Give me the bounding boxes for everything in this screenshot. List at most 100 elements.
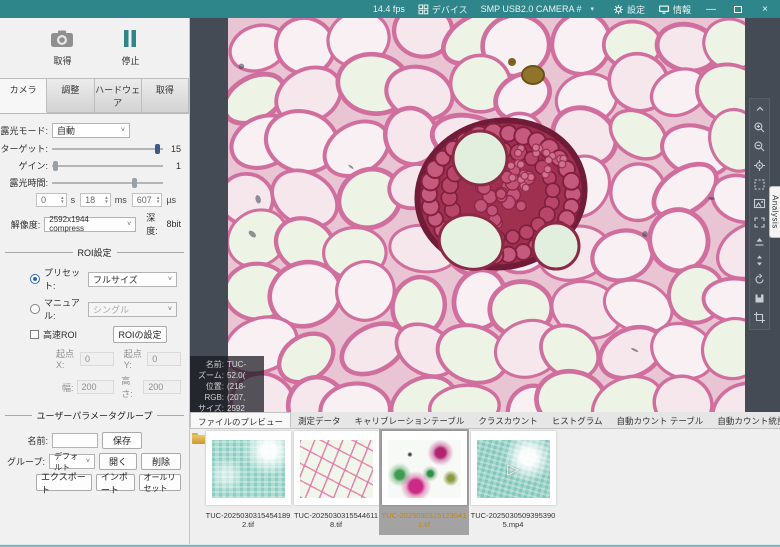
minimize-button[interactable]: — xyxy=(704,4,718,15)
file-name: TUC-20250303155446118.tif xyxy=(291,511,381,529)
tab-calibration-table[interactable]: キャリブレーションテーブル xyxy=(348,412,472,428)
video-thumbnail[interactable]: ▷ xyxy=(477,440,550,498)
tab-auto-count-stats[interactable]: 自動カウント統計 xyxy=(710,412,780,428)
info-monitor-icon xyxy=(658,4,670,15)
gain-slider-thumb[interactable] xyxy=(53,161,58,171)
device-button[interactable]: デバイス xyxy=(418,3,468,16)
group-select[interactable]: デフォルト ˅ xyxy=(49,454,95,469)
tab-file-preview[interactable]: ファイルのプレビュー xyxy=(190,412,291,428)
file-item[interactable]: TUC-20250303155446118.tif xyxy=(291,431,381,529)
exposure-seconds-value: 0 xyxy=(41,195,57,205)
fit-vertical-button[interactable] xyxy=(751,253,768,268)
spinner-icon[interactable]: ▲▼ xyxy=(156,196,160,204)
gain-slider[interactable] xyxy=(52,160,163,171)
panel-tabs: カメラ 調整 ハードウェア 取得 xyxy=(0,78,189,114)
exposure-time-slider-thumb[interactable] xyxy=(132,178,137,188)
align-top-button[interactable] xyxy=(751,234,768,249)
save-button[interactable]: 保存 xyxy=(102,432,142,449)
file-thumbnail[interactable] xyxy=(388,440,461,498)
resolution-select[interactable]: 2592x1944 compress ˅ xyxy=(44,217,136,232)
maximize-button[interactable] xyxy=(731,6,745,13)
image-annotate-button[interactable] xyxy=(751,196,768,211)
fullscreen-button[interactable] xyxy=(751,215,768,230)
chevron-down-icon: ˅ xyxy=(86,458,90,465)
file-item[interactable]: ▷ TUC-20250305093953905.mp4 xyxy=(468,431,558,529)
depth-value: 8bit xyxy=(166,219,181,229)
target-slider-thumb[interactable] xyxy=(155,144,160,154)
file-item[interactable]: TUC-20250303154541892.tif xyxy=(203,431,293,529)
manual-select[interactable]: シングル ˅ xyxy=(88,302,177,317)
delete-button[interactable]: 削除 xyxy=(141,453,181,470)
camera-name: SMP USB2.0 CAMERA # xyxy=(481,4,582,14)
gear-icon xyxy=(613,4,624,15)
zoom-out-button[interactable] xyxy=(751,139,768,154)
tab-adjust[interactable]: 調整 xyxy=(47,78,94,113)
spinner-icon[interactable]: ▲▼ xyxy=(60,196,64,204)
file-item-selected[interactable]: TUC-20250303151235411.tif xyxy=(379,429,469,535)
export-button[interactable]: エクスポート xyxy=(36,474,92,491)
preset-select[interactable]: フルサイズ ˅ xyxy=(88,272,177,287)
camera-select[interactable]: SMP USB2.0 CAMERA # ▾ xyxy=(481,4,600,14)
target-label: ターゲット: xyxy=(0,142,48,155)
settings-button[interactable]: 設定 xyxy=(613,3,645,16)
tab-auto-count-table[interactable]: 自動カウント テーブル xyxy=(609,412,710,428)
roi-frame-button[interactable] xyxy=(751,177,768,192)
depth-label: 深度: xyxy=(146,211,163,237)
origin-y-label: 起点Y: xyxy=(124,347,145,370)
exposure-seconds-input[interactable]: 0 ▲▼ xyxy=(36,193,67,207)
collapse-toolbar-button[interactable] xyxy=(751,101,768,116)
fast-roi-checkbox[interactable] xyxy=(30,330,39,339)
exposure-mode-select[interactable]: 自動 ˅ xyxy=(52,123,130,138)
crop-button[interactable] xyxy=(751,310,768,325)
tab-histogram[interactable]: ヒストグラム xyxy=(545,412,610,428)
microscope-live-image[interactable] xyxy=(228,18,745,412)
target-value: 15 xyxy=(167,144,181,154)
tab-class-count[interactable]: クラスカウント xyxy=(471,412,544,428)
exposure-time-slider[interactable] xyxy=(52,177,163,188)
overlay-name-label: 名前: xyxy=(194,359,224,370)
spinner-icon[interactable]: ▲▼ xyxy=(104,196,108,204)
import-button[interactable]: インポート xyxy=(96,474,135,491)
camera-icon xyxy=(49,29,75,50)
image-info-overlay: 名前:TUC- ズーム:52.0( 位置:(218- RGB:(207, サイズ… xyxy=(190,356,264,417)
chevron-down-icon[interactable]: ▾ xyxy=(584,5,600,13)
roi-set-button[interactable]: ROIの設定 xyxy=(113,326,167,343)
pause-icon xyxy=(122,29,138,50)
origin-y-field: 0 xyxy=(147,352,181,366)
name-input[interactable] xyxy=(52,433,98,448)
stop-button[interactable]: 停止 xyxy=(121,29,139,67)
target-slider[interactable] xyxy=(52,143,163,154)
gain-label: ゲイン: xyxy=(0,159,48,172)
file-thumbnail[interactable] xyxy=(300,440,373,498)
manual-radio[interactable] xyxy=(30,304,40,314)
rotate-button[interactable] xyxy=(751,272,768,287)
tab-measure-data[interactable]: 測定データ xyxy=(291,412,348,428)
overlay-zoom-value: 52.0( xyxy=(227,370,245,381)
chevron-down-icon: ˅ xyxy=(127,221,131,228)
manual-value: シングル xyxy=(93,303,129,316)
tab-camera[interactable]: カメラ xyxy=(0,78,47,113)
close-button[interactable]: × xyxy=(758,4,772,15)
crosshair-button[interactable] xyxy=(751,158,768,173)
acquire-button[interactable]: 取得 xyxy=(49,29,75,67)
open-button[interactable]: 開く xyxy=(99,453,137,470)
titlebar: 14.4 fps デバイス SMP USB2.0 CAMERA # ▾ 設定 情… xyxy=(0,0,780,18)
exposure-ms-input[interactable]: 18 ▲▼ xyxy=(80,193,111,207)
analysis-side-tab[interactable]: Analysis xyxy=(769,186,780,238)
exposure-us-input[interactable]: 607 ▲▼ xyxy=(132,193,163,207)
group-label: グループ: xyxy=(0,455,45,468)
zoom-in-button[interactable] xyxy=(751,120,768,135)
overlay-position-label: 位置: xyxy=(194,381,224,392)
roi-section-header: ROI設定 xyxy=(5,246,184,259)
file-preview-strip: TUC-20250303154541892.tif TUC-2025030315… xyxy=(190,429,780,542)
overlay-rgb-value: (207, xyxy=(227,392,245,403)
us-unit-label: µs xyxy=(166,195,176,205)
tab-hardware[interactable]: ハードウェア xyxy=(95,78,142,113)
preset-radio[interactable] xyxy=(30,274,40,284)
tab-acquire[interactable]: 取得 xyxy=(142,78,189,113)
save-image-button[interactable] xyxy=(751,291,768,306)
file-thumbnail[interactable] xyxy=(212,440,285,498)
reset-all-button[interactable]: オールリセット xyxy=(139,474,181,491)
info-button[interactable]: 情報 xyxy=(658,3,691,16)
overlay-zoom-label: ズーム: xyxy=(194,370,224,381)
